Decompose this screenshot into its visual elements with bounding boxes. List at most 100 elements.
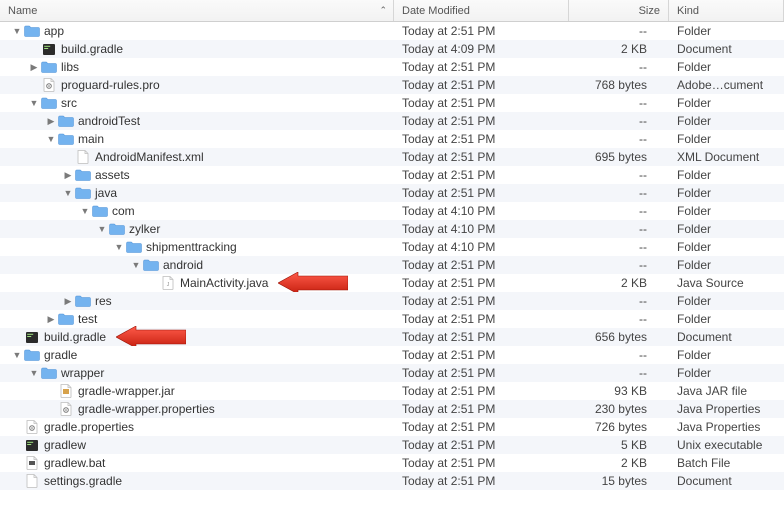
disclosure-triangle-icon[interactable]: ▼ bbox=[46, 134, 56, 144]
table-row[interactable]: ▶assetsToday at 2:51 PM--Folder bbox=[0, 166, 784, 184]
table-row[interactable]: ▼javaToday at 2:51 PM--Folder bbox=[0, 184, 784, 202]
table-row[interactable]: ▶androidTestToday at 2:51 PM--Folder bbox=[0, 112, 784, 130]
file-name-label: app bbox=[44, 24, 64, 38]
file-name-cell: ▼zylker bbox=[0, 222, 394, 236]
table-row[interactable]: ▼appToday at 2:51 PM--Folder bbox=[0, 22, 784, 40]
table-row[interactable]: proguard-rules.proToday at 2:51 PM768 by… bbox=[0, 76, 784, 94]
table-row[interactable]: ▶testToday at 2:51 PM--Folder bbox=[0, 310, 784, 328]
disclosure-triangle-icon[interactable]: ▶ bbox=[29, 62, 39, 73]
column-header-date[interactable]: Date Modified bbox=[394, 0, 569, 21]
size-cell: -- bbox=[569, 348, 669, 362]
table-row[interactable]: gradle-wrapper.jarToday at 2:51 PM93 KBJ… bbox=[0, 382, 784, 400]
disclosure-triangle-icon[interactable]: ▼ bbox=[63, 188, 73, 198]
column-header-kind[interactable]: Kind bbox=[669, 0, 784, 21]
disclosure-triangle-icon bbox=[29, 80, 39, 90]
folder-icon bbox=[41, 366, 57, 380]
disclosure-triangle-icon[interactable]: ▶ bbox=[63, 296, 73, 307]
file-name-cell: gradlew bbox=[0, 438, 394, 452]
table-row[interactable]: settings.gradleToday at 2:51 PM15 bytesD… bbox=[0, 472, 784, 490]
kind-cell: Java JAR file bbox=[669, 384, 784, 398]
date-modified-cell: Today at 4:09 PM bbox=[394, 42, 569, 56]
size-cell: 5 KB bbox=[569, 438, 669, 452]
file-name-label: proguard-rules.pro bbox=[61, 78, 160, 92]
date-modified-cell: Today at 2:51 PM bbox=[394, 312, 569, 326]
table-row[interactable]: gradlewToday at 2:51 PM5 KBUnix executab… bbox=[0, 436, 784, 454]
kind-cell: Folder bbox=[669, 168, 784, 182]
column-header-name[interactable]: Name ⌃ bbox=[0, 0, 394, 21]
column-header-size[interactable]: Size bbox=[569, 0, 669, 21]
table-row[interactable]: ▶libsToday at 2:51 PM--Folder bbox=[0, 58, 784, 76]
table-row[interactable]: ▼wrapperToday at 2:51 PM--Folder bbox=[0, 364, 784, 382]
table-row[interactable]: ▼shipmenttrackingToday at 4:10 PM--Folde… bbox=[0, 238, 784, 256]
folder-icon bbox=[75, 186, 91, 200]
disclosure-triangle-icon bbox=[12, 440, 22, 450]
file-name-cell: ▼android bbox=[0, 258, 394, 272]
file-name-cell: gradle.properties bbox=[0, 420, 394, 434]
table-row[interactable]: build.gradleToday at 4:09 PM2 KBDocument bbox=[0, 40, 784, 58]
kind-cell: Folder bbox=[669, 114, 784, 128]
file-name-cell: ▼ app bbox=[0, 24, 394, 38]
disclosure-triangle-icon[interactable]: ▼ bbox=[97, 224, 107, 234]
file-name-cell: ▶ assets bbox=[0, 168, 394, 182]
table-row[interactable]: gradle.propertiesToday at 2:51 PM726 byt… bbox=[0, 418, 784, 436]
sort-caret-icon: ⌃ bbox=[379, 5, 387, 16]
table-row[interactable]: ▼gradleToday at 2:51 PM--Folder bbox=[0, 346, 784, 364]
table-row[interactable]: ▼mainToday at 2:51 PM--Folder bbox=[0, 130, 784, 148]
table-row[interactable]: build.gradleToday at 2:51 PM656 bytesDoc… bbox=[0, 328, 784, 346]
disclosure-triangle-icon[interactable]: ▼ bbox=[80, 206, 90, 216]
disclosure-triangle-icon[interactable]: ▼ bbox=[12, 26, 22, 36]
table-row[interactable]: ▼comToday at 4:10 PM--Folder bbox=[0, 202, 784, 220]
kind-cell: Adobe…cument bbox=[669, 78, 784, 92]
size-cell: 726 bytes bbox=[569, 420, 669, 434]
file-name-label: MainActivity.java bbox=[180, 276, 268, 290]
table-row[interactable]: JMainActivity.javaToday at 2:51 PM2 KBJa… bbox=[0, 274, 784, 292]
file-name-label: wrapper bbox=[61, 366, 104, 380]
exec-dark-icon bbox=[24, 438, 40, 452]
doc-icon bbox=[75, 150, 91, 164]
disclosure-triangle-icon[interactable]: ▶ bbox=[46, 314, 56, 325]
file-name-cell: build.gradle bbox=[0, 330, 394, 344]
file-name-label: gradle bbox=[44, 348, 77, 362]
file-name-cell: gradle-wrapper.properties bbox=[0, 402, 394, 416]
folder-icon bbox=[92, 204, 108, 218]
file-name-label: res bbox=[95, 294, 112, 308]
file-name-cell: ▶ res bbox=[0, 294, 394, 308]
date-modified-cell: Today at 2:51 PM bbox=[394, 24, 569, 38]
table-row[interactable]: ▶resToday at 2:51 PM--Folder bbox=[0, 292, 784, 310]
date-modified-cell: Today at 2:51 PM bbox=[394, 258, 569, 272]
kind-cell: Java Properties bbox=[669, 402, 784, 416]
file-name-label: assets bbox=[95, 168, 130, 182]
size-cell: -- bbox=[569, 222, 669, 236]
folder-icon bbox=[41, 96, 57, 110]
table-row[interactable]: gradlew.batToday at 2:51 PM2 KBBatch Fil… bbox=[0, 454, 784, 472]
date-modified-cell: Today at 2:51 PM bbox=[394, 474, 569, 488]
file-name-cell: ▶test bbox=[0, 312, 394, 326]
file-name-label: gradlew.bat bbox=[44, 456, 105, 470]
disclosure-triangle-icon bbox=[12, 476, 22, 486]
kind-cell: Folder bbox=[669, 240, 784, 254]
disclosure-triangle-icon[interactable]: ▼ bbox=[29, 98, 39, 108]
date-modified-cell: Today at 2:51 PM bbox=[394, 384, 569, 398]
table-row[interactable]: ▼srcToday at 2:51 PM--Folder bbox=[0, 94, 784, 112]
file-name-label: build.gradle bbox=[61, 42, 123, 56]
size-cell: -- bbox=[569, 96, 669, 110]
folder-icon bbox=[24, 24, 40, 38]
date-modified-cell: Today at 2:51 PM bbox=[394, 132, 569, 146]
column-header-row: Name ⌃ Date Modified Size Kind bbox=[0, 0, 784, 22]
disclosure-triangle-icon[interactable]: ▼ bbox=[131, 260, 141, 270]
disclosure-triangle-icon[interactable]: ▶ bbox=[63, 170, 73, 181]
kind-cell: Batch File bbox=[669, 456, 784, 470]
file-name-cell: ▼java bbox=[0, 186, 394, 200]
table-row[interactable]: ▼androidToday at 2:51 PM--Folder bbox=[0, 256, 784, 274]
folder-icon bbox=[126, 240, 142, 254]
table-row[interactable]: gradle-wrapper.propertiesToday at 2:51 P… bbox=[0, 400, 784, 418]
file-name-cell: ▼shipmenttracking bbox=[0, 240, 394, 254]
disclosure-triangle-icon[interactable]: ▶ bbox=[46, 116, 56, 127]
disclosure-triangle-icon[interactable]: ▼ bbox=[12, 350, 22, 360]
size-cell: -- bbox=[569, 204, 669, 218]
table-row[interactable]: AndroidManifest.xmlToday at 2:51 PM695 b… bbox=[0, 148, 784, 166]
disclosure-triangle-icon[interactable]: ▼ bbox=[29, 368, 39, 378]
disclosure-triangle-icon[interactable]: ▼ bbox=[114, 242, 124, 252]
kind-cell: Folder bbox=[669, 204, 784, 218]
table-row[interactable]: ▼zylkerToday at 4:10 PM--Folder bbox=[0, 220, 784, 238]
